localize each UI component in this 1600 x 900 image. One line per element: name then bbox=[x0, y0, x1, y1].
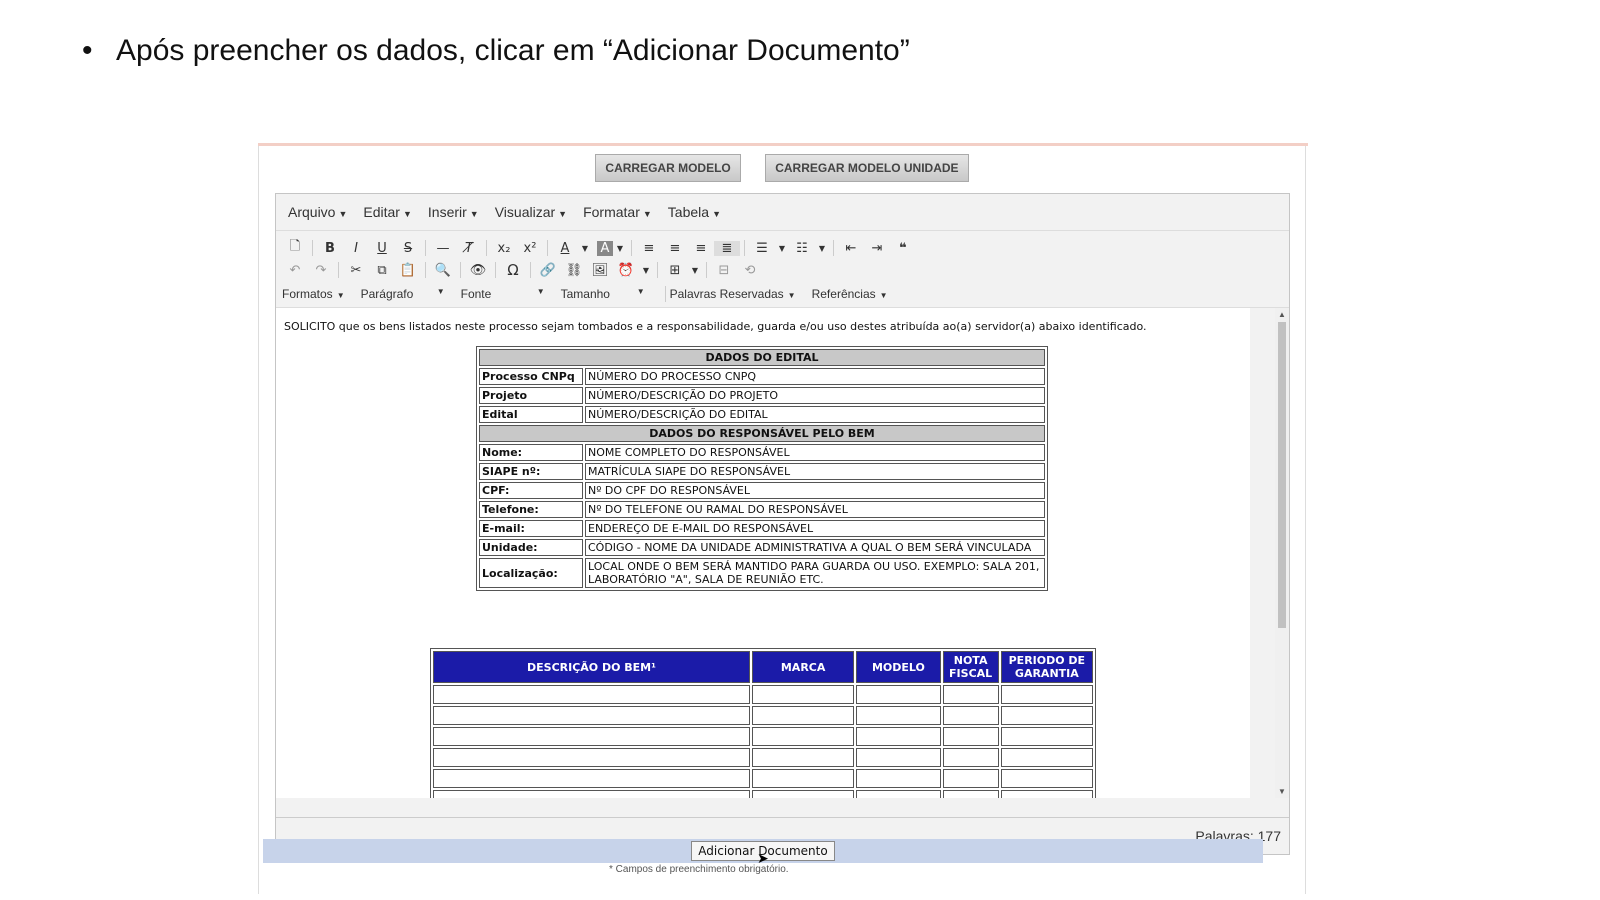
page-break-icon[interactable]: ⊟ bbox=[711, 263, 737, 278]
horizontal-rule-icon[interactable]: — bbox=[430, 241, 456, 256]
scroll-down-icon[interactable]: ▼ bbox=[1278, 787, 1286, 796]
text-color-icon[interactable]: A bbox=[552, 241, 578, 256]
cut-icon[interactable]: ✂ bbox=[343, 263, 369, 278]
paragrafo-dropdown[interactable]: Parágrafo ▼ bbox=[361, 287, 445, 301]
datetime-icon[interactable]: ⏰ bbox=[613, 263, 639, 278]
datetime-dropdown-icon[interactable]: ▼ bbox=[639, 266, 653, 275]
bullet-point: • bbox=[82, 34, 93, 67]
numbered-list-dropdown-icon[interactable]: ▼ bbox=[815, 244, 829, 253]
col-modelo: MODELO bbox=[856, 651, 941, 683]
align-center-icon[interactable]: ≡ bbox=[662, 241, 688, 256]
editor-toolbar-3: Formatos ▼ Parágrafo ▼ Fonte ▼ Tamanho ▼ Pal… bbox=[276, 281, 1289, 308]
col-nota-fiscal: NOTA FISCAL bbox=[942, 651, 999, 683]
table-row: Projeto NÚMERO/DESCRIÇÃO DO PROJETO bbox=[479, 387, 1045, 404]
bullet-list-dropdown-icon[interactable]: ▼ bbox=[775, 244, 789, 253]
editor-content-area[interactable]: SOLICITO que os bens listados neste proc… bbox=[276, 308, 1250, 798]
table-row bbox=[433, 706, 1093, 725]
col-garantia: PERIODO DE GARANTIA bbox=[1000, 651, 1093, 683]
preview-icon[interactable]: 👁 bbox=[465, 263, 491, 278]
menu-arquivo[interactable]: Arquivo ▼ bbox=[288, 204, 347, 220]
bold-icon[interactable]: B bbox=[317, 241, 343, 256]
table-row: SIAPE nº: MATRÍCULA SIAPE DO RESPONSÁVEL bbox=[479, 463, 1045, 480]
menu-editar[interactable]: Editar ▼ bbox=[363, 204, 412, 220]
scroll-thumb[interactable] bbox=[1278, 322, 1286, 628]
menu-visualizar[interactable]: Visualizar ▼ bbox=[495, 204, 567, 220]
rich-text-editor: Arquivo ▼ Editar ▼ Inserir ▼ Visualizar ▼ Fo… bbox=[275, 193, 1290, 855]
carregar-modelo-button[interactable]: CARREGAR MODELO bbox=[595, 154, 741, 182]
indent-icon[interactable]: ⇥ bbox=[864, 241, 890, 256]
table-row: Localização: LOCAL ONDE O BEM SERÁ MANTID… bbox=[479, 558, 1045, 588]
table-row bbox=[433, 727, 1093, 746]
model-buttons: CARREGAR MODELO CARREGAR MODELO UNIDADE bbox=[259, 154, 1305, 182]
editor-menubar: Arquivo ▼ Editar ▼ Inserir ▼ Visualizar ▼ Fo… bbox=[276, 194, 1289, 231]
menu-tabela[interactable]: Tabela ▼ bbox=[668, 204, 721, 220]
formatos-dropdown[interactable]: Formatos ▼ bbox=[282, 287, 345, 301]
editor-toolbar-2: ↶ ↷ ✂ ⧉ 📋 🔍 👁 Ω 🔗 ⛓ 🖼 ⏰ ▼ ⊞ ▼ ⊟ ⟲ bbox=[276, 259, 1289, 281]
underline-icon[interactable]: U bbox=[369, 241, 395, 256]
table-row: Edital NÚMERO/DESCRIÇÃO DO EDITAL bbox=[479, 406, 1045, 423]
intro-paragraph: SOLICITO que os bens listados neste proc… bbox=[284, 320, 1147, 333]
table-row: E-mail: ENDEREÇO DE E-MAIL DO RESPONSÁVEL bbox=[479, 520, 1045, 537]
menu-formatar[interactable]: Formatar ▼ bbox=[583, 204, 652, 220]
table-row bbox=[433, 790, 1093, 798]
special-char-icon[interactable]: Ω bbox=[500, 261, 526, 279]
align-justify-icon[interactable]: ≣ bbox=[714, 240, 740, 256]
background-color-dropdown-icon[interactable]: ▼ bbox=[613, 244, 627, 253]
table-row: Unidade: CÓDIGO - NOME DA UNIDADE ADMINIS… bbox=[479, 539, 1045, 556]
edital-table: DADOS DO EDITAL Processo CNPq NÚMERO DO P… bbox=[476, 346, 1048, 591]
undo-icon[interactable]: ↶ bbox=[282, 263, 308, 278]
col-descricao: DESCRIÇÃO DO BEM¹ bbox=[433, 651, 750, 683]
table-row: Processo CNPq NÚMERO DO PROCESSO CNPQ bbox=[479, 368, 1045, 385]
palavras-reservadas-dropdown[interactable]: Palavras Reservadas ▼ bbox=[670, 287, 796, 301]
form-panel: CARREGAR MODELO CARREGAR MODELO UNIDADE … bbox=[258, 146, 1306, 894]
blockquote-icon[interactable]: ❝ bbox=[890, 241, 916, 256]
fonte-dropdown[interactable]: Fonte ▼ bbox=[461, 287, 545, 301]
menu-inserir[interactable]: Inserir ▼ bbox=[428, 204, 479, 220]
table-row bbox=[433, 769, 1093, 788]
align-left-icon[interactable]: ≡ bbox=[636, 241, 662, 256]
table-row bbox=[433, 748, 1093, 767]
unlink-icon[interactable]: ⛓ bbox=[561, 263, 587, 278]
screenshot-frame: CARREGAR MODELO CARREGAR MODELO UNIDADE … bbox=[258, 143, 1308, 894]
subscript-icon[interactable]: x₂ bbox=[491, 241, 517, 256]
table-icon[interactable]: ⊞ bbox=[662, 263, 688, 278]
editor-scrollbar[interactable]: ▲ ▼ bbox=[1275, 308, 1289, 798]
referencias-dropdown[interactable]: Referências ▼ bbox=[812, 287, 888, 301]
find-icon[interactable]: 🔍 bbox=[430, 263, 456, 278]
editor-toolbar-1: 🗋 B I U S — T̸ x₂ x² A ▼ A ▼ ≡ ≡ ≡ ≣ ☰ ▼… bbox=[276, 237, 1289, 259]
numbered-list-icon[interactable]: ☷ bbox=[789, 241, 815, 256]
strikethrough-icon[interactable]: S bbox=[395, 241, 421, 256]
edital-header: DADOS DO EDITAL bbox=[479, 349, 1045, 366]
paste-icon[interactable]: 📋 bbox=[395, 263, 421, 278]
table-row: CPF: Nº DO CPF DO RESPONSÁVEL bbox=[479, 482, 1045, 499]
bens-table: DESCRIÇÃO DO BEM¹ MARCA MODELO NOTA FISC… bbox=[430, 648, 1096, 798]
italic-icon[interactable]: I bbox=[343, 241, 369, 256]
link-icon[interactable]: 🔗 bbox=[535, 263, 561, 278]
image-icon[interactable]: 🖼 bbox=[587, 263, 613, 278]
slide-instruction: • Após preencher os dados, clicar em “Adi… bbox=[82, 34, 910, 68]
bullet-list-icon[interactable]: ☰ bbox=[749, 241, 775, 256]
table-row bbox=[433, 685, 1093, 704]
superscript-icon[interactable]: x² bbox=[517, 241, 543, 256]
table-dropdown-icon[interactable]: ▼ bbox=[688, 266, 702, 275]
table-row: Nome: NOME COMPLETO DO RESPONSÁVEL bbox=[479, 444, 1045, 461]
align-right-icon[interactable]: ≡ bbox=[688, 241, 714, 256]
carregar-modelo-unidade-button[interactable]: CARREGAR MODELO UNIDADE bbox=[765, 154, 969, 182]
scroll-up-icon[interactable]: ▲ bbox=[1278, 310, 1286, 319]
redo-icon[interactable]: ↷ bbox=[308, 263, 334, 278]
col-marca: MARCA bbox=[751, 651, 855, 683]
instruction-text: Após preencher os dados, clicar em “Adic… bbox=[116, 34, 910, 67]
restore-draft-icon[interactable]: ⟲ bbox=[737, 263, 763, 278]
new-document-icon[interactable]: 🗋 bbox=[282, 237, 308, 259]
responsavel-header: DADOS DO RESPONSÁVEL PELO BEM bbox=[479, 425, 1045, 442]
required-fields-note: * Campos de preenchimento obrigatório. bbox=[609, 864, 789, 875]
tamanho-dropdown[interactable]: Tamanho ▼ bbox=[561, 287, 645, 301]
clear-format-icon[interactable]: T̸ bbox=[456, 241, 482, 256]
bens-header-row: DESCRIÇÃO DO BEM¹ MARCA MODELO NOTA FISC… bbox=[433, 651, 1093, 683]
text-color-dropdown-icon[interactable]: ▼ bbox=[578, 244, 592, 253]
outdent-icon[interactable]: ⇤ bbox=[838, 241, 864, 256]
copy-icon[interactable]: ⧉ bbox=[369, 263, 395, 278]
table-row: Telefone: Nº DO TELEFONE OU RAMAL DO RESP… bbox=[479, 501, 1045, 518]
background-color-icon[interactable]: A bbox=[597, 240, 613, 256]
